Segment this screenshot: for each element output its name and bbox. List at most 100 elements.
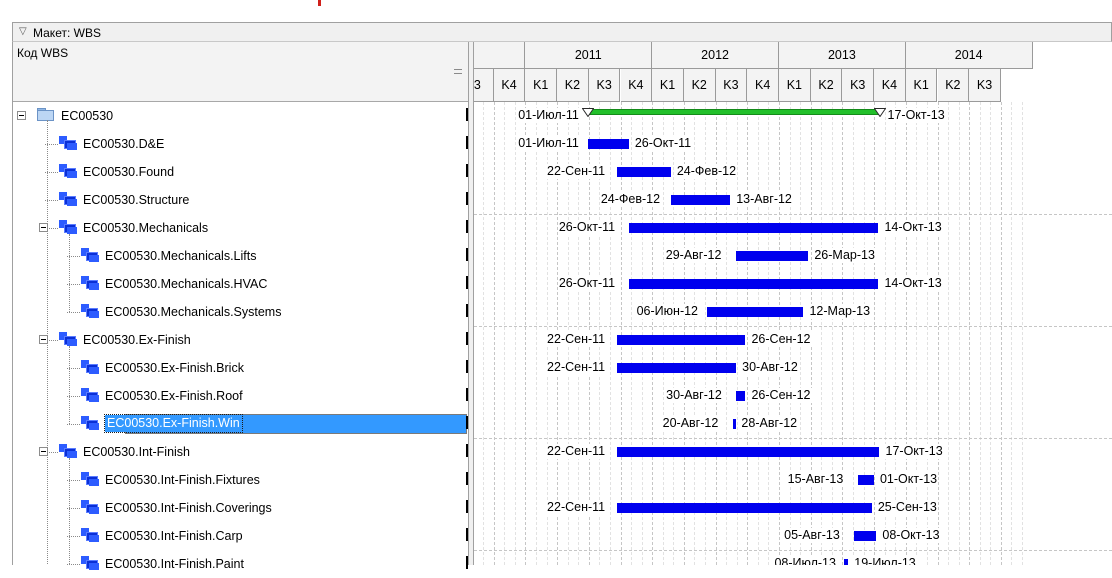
quarter-cell: K1 — [525, 69, 558, 102]
wbs-icon — [81, 528, 99, 542]
wbs-code-label: EC00530.Ex-Finish.Brick — [105, 361, 244, 375]
wbs-row[interactable]: EC00530.Structure — [13, 186, 469, 214]
activity-bar[interactable] — [617, 167, 671, 177]
wbs-code-label: EC00530.Int-Finish.Carp — [105, 529, 243, 543]
start-date-label: 22-Сен-11 — [546, 360, 607, 375]
grid-line — [874, 102, 876, 565]
wbs-row[interactable]: EC00530.Found — [13, 158, 469, 186]
activity-bar[interactable] — [732, 419, 736, 429]
wbs-icon — [81, 556, 99, 570]
wbs-icon — [59, 136, 77, 150]
wbs-code-label: EC00530.Ex-Finish.Win — [104, 414, 243, 433]
wbs-icon — [81, 416, 99, 430]
wbs-code-label: EC00530.Mechanicals.Lifts — [105, 249, 257, 263]
wbs-icon — [59, 220, 77, 234]
wbs-row[interactable]: EC00530 — [13, 102, 469, 130]
wbs-row[interactable]: EC00530.Mechanicals.Systems — [13, 298, 469, 326]
grid-line — [831, 102, 833, 565]
wbs-row[interactable]: EC00530.Ex-Finish.Brick — [13, 354, 469, 382]
activity-bar[interactable] — [628, 223, 879, 233]
activity-bar[interactable] — [617, 363, 737, 373]
activity-bar[interactable] — [736, 391, 746, 401]
wbs-code-label: EC00530.D&E — [83, 137, 165, 151]
wbs-row[interactable]: EC00530.D&E — [13, 130, 469, 158]
quarter-cell: K2 — [683, 69, 716, 102]
end-date-label: 13-Авг-12 — [735, 192, 793, 207]
layout-header[interactable]: ▽ Макет: WBS — [12, 22, 1112, 42]
wbs-layout-window: ▽ Макет: WBS Код WBS EC00530 EC00530.D&E E… — [0, 22, 1112, 571]
wbs-table: Код WBS EC00530 EC00530.D&E EC00530.Found E… — [12, 42, 469, 571]
wbs-code-label: EC00530.Int-Finish.Coverings — [105, 501, 272, 515]
end-date-label: 26-Сен-12 — [750, 388, 812, 403]
wbs-row[interactable]: EC00530.Int-Finish.Paint — [13, 550, 469, 578]
activity-bar[interactable] — [617, 503, 872, 513]
start-date-label: 15-Авг-13 — [786, 472, 845, 487]
wbs-icon — [81, 304, 99, 318]
year-cell — [474, 42, 526, 69]
year-cell: 2012 — [652, 42, 779, 69]
activity-bar[interactable] — [588, 139, 629, 149]
activity-bar[interactable] — [617, 335, 746, 345]
wbs-row[interactable]: EC00530.Ex-Finish — [13, 326, 469, 354]
grid-line — [483, 102, 485, 565]
wbs-row[interactable]: EC00530.Int-Finish — [13, 438, 469, 466]
start-date-label: 22-Сен-11 — [546, 164, 607, 179]
start-date-label: 26-Окт-11 — [557, 276, 617, 291]
quarter-cell: K2 — [937, 69, 970, 102]
tree-connector — [67, 312, 80, 313]
wbs-code-label: EC00530.Int-Finish — [83, 445, 191, 459]
grid-line — [884, 102, 886, 565]
collapse-icon[interactable] — [17, 111, 26, 120]
start-date-label: 26-Окт-11 — [557, 220, 617, 235]
grid-line — [895, 102, 897, 565]
wbs-icon — [59, 164, 77, 178]
tree-connector — [47, 120, 48, 564]
start-date-label: 06-Июн-12 — [635, 304, 700, 319]
grid-line — [937, 102, 939, 565]
end-date-label: 19-Июл-13 — [853, 556, 917, 565]
summary-bar[interactable] — [588, 109, 880, 115]
grid-line — [474, 438, 1112, 439]
activity-bar[interactable] — [857, 475, 874, 485]
column-title: Код WBS — [17, 46, 69, 60]
activity-bar[interactable] — [854, 531, 877, 541]
grid-line — [1000, 102, 1002, 565]
sort-icon[interactable] — [454, 69, 462, 79]
start-date-label: 05-Авг-13 — [783, 528, 841, 543]
end-date-label: 17-Окт-13 — [884, 444, 944, 459]
grid-line — [1011, 102, 1013, 565]
grid-line — [948, 102, 950, 565]
grid-line — [493, 102, 495, 565]
wbs-row[interactable]: EC00530.Int-Finish.Fixtures — [13, 466, 469, 494]
activity-bar[interactable] — [628, 279, 879, 289]
quarter-cell: K1 — [905, 69, 938, 102]
activity-bar[interactable] — [735, 251, 809, 261]
wbs-code-label: EC00530.Structure — [83, 193, 190, 207]
activity-bar[interactable] — [706, 307, 804, 317]
folder-icon — [37, 108, 55, 122]
quarter-cell: K4 — [747, 69, 779, 102]
column-header-wbs-code[interactable]: Код WBS — [13, 42, 469, 102]
start-date-label: 22-Сен-11 — [546, 444, 607, 459]
grid-line — [905, 102, 907, 565]
wbs-row[interactable]: EC00530.Mechanicals.Lifts — [13, 242, 469, 270]
wbs-row[interactable]: EC00530.Ex-Finish.Win — [13, 410, 469, 438]
end-date-label: 14-Окт-13 — [883, 220, 943, 235]
year-cell: 2014 — [905, 42, 1033, 69]
end-date-label: 01-Окт-13 — [878, 472, 939, 487]
wbs-row[interactable]: EC00530.Mechanicals.HVAC — [13, 270, 469, 298]
activity-bar[interactable] — [844, 559, 849, 565]
wbs-row[interactable]: EC00530.Int-Finish.Coverings — [13, 494, 469, 522]
wbs-row[interactable]: EC00530.Mechanicals — [13, 214, 469, 242]
activity-bar[interactable] — [670, 195, 731, 205]
activity-bar[interactable] — [617, 447, 880, 457]
grid-line — [747, 102, 749, 565]
end-date-label: 12-Мар-13 — [808, 304, 872, 319]
collapse-layout-icon[interactable]: ▽ — [19, 26, 27, 37]
wbs-row[interactable]: EC00530.Int-Finish.Carp — [13, 522, 469, 550]
grid-line — [1022, 102, 1024, 565]
wbs-code-label: EC00530.Mechanicals.HVAC — [105, 277, 268, 291]
grid-line — [863, 102, 865, 565]
grid-line — [969, 102, 971, 565]
wbs-row[interactable]: EC00530.Ex-Finish.Roof — [13, 382, 469, 410]
